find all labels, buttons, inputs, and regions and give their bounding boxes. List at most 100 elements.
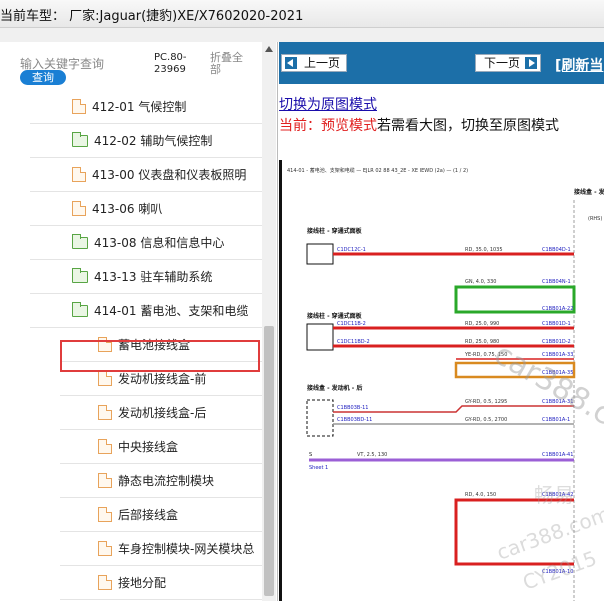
tree-item-label: 413-06 喇叭 xyxy=(92,202,163,216)
tree-item[interactable]: 发动机接线盒-后 xyxy=(60,396,262,430)
connector-label: C1DC12C-1 xyxy=(337,247,366,253)
folder-icon xyxy=(72,267,88,283)
tree-item-label: 412-01 气候控制 xyxy=(92,100,187,114)
folder-open-icon xyxy=(72,301,88,317)
viewer-toolbar: 上一页 下一页 [刷新当 xyxy=(279,42,604,84)
tree-item-label: 发动机接线盒-前 xyxy=(118,372,207,386)
document-icon xyxy=(98,439,112,454)
connector-label: C1BB04N-1 xyxy=(542,279,571,285)
sheet-label: Sheet 1 xyxy=(309,465,328,471)
connector-label: C1BB01A-33 xyxy=(542,352,573,358)
refresh-link[interactable]: [刷新当 xyxy=(555,55,603,75)
document-icon xyxy=(98,473,112,488)
tree-item[interactable]: 413-06 喇叭 xyxy=(30,192,262,226)
tree-item[interactable]: 413-08 信息和信息中心 xyxy=(30,226,262,260)
connector-label: C1BB04D-1 xyxy=(542,247,571,253)
tree-item-label: 中央接线盒 xyxy=(118,440,179,454)
selection-highlight xyxy=(60,340,260,372)
viewer: 上一页 下一页 [刷新当 切换为原图模式 当前：预览模式若需看大图，切换至原图模… xyxy=(279,42,604,601)
document-icon xyxy=(98,405,112,420)
tree-item-label: 后部接线盒 xyxy=(118,508,179,522)
next-page-label: 下一页 xyxy=(484,56,521,70)
sidebar: 输入关键字查询 查询 PC.80-23969 折叠全部 412-01 气候控制 … xyxy=(0,42,278,601)
wiring-diagram[interactable]: 414-01 - 蓄电池、支架和电缆 — EJLR 02 88 43_2E - … xyxy=(279,160,604,601)
tree-item[interactable]: 中央接线盒 xyxy=(60,430,262,464)
tree-item-selected[interactable]: 414-01 蓄电池、支架和电缆 xyxy=(30,294,262,328)
diagram-header: 414-01 - 蓄电池、支架和电缆 — EJLR 02 88 43_2E - … xyxy=(287,167,468,174)
document-icon xyxy=(72,167,86,182)
s-marker: S xyxy=(309,452,312,458)
pass-panel-2-label: 接线柱 - 穿通式面板 xyxy=(306,312,363,320)
next-page-button[interactable]: 下一页 xyxy=(475,54,541,72)
wire-label: VT, 2.5, 130 xyxy=(357,452,387,458)
query-button[interactable]: 查询 xyxy=(20,70,66,85)
tree-item-label: 413-13 驻车辅助系统 xyxy=(94,270,213,284)
sidebar-scrollbar[interactable] xyxy=(262,42,276,601)
collapse-all-button[interactable]: 折叠全部 xyxy=(210,52,246,76)
tree-item[interactable]: 413-00 仪表盘和仪表板照明 xyxy=(30,158,262,192)
wire-label: RD, 25.0, 980 xyxy=(465,339,499,345)
current-mode-prefix: 当前：预览模式 xyxy=(279,118,377,134)
tree-item[interactable]: 412-02 辅助气候控制 xyxy=(30,124,262,158)
tree-item[interactable]: 412-01 气候控制 xyxy=(30,90,262,124)
pc-label: PC.80-23969 xyxy=(154,52,187,75)
wire-label: RD, 4.0, 150 xyxy=(465,492,496,498)
tree-item-label: 车身控制模块-网关模块总 xyxy=(118,542,255,556)
prev-page-button[interactable]: 上一页 xyxy=(281,54,347,72)
tree-item-label: 接地分配 xyxy=(118,576,167,590)
tree-item-label: 413-08 信息和信息中心 xyxy=(94,236,225,250)
arrow-right-icon xyxy=(525,57,537,69)
search-bar: 输入关键字查询 查询 PC.80-23969 折叠全部 xyxy=(0,42,262,90)
folder-icon xyxy=(72,131,88,147)
tree-item-label: 414-01 蓄电池、支架和电缆 xyxy=(94,304,249,318)
prev-page-label: 上一页 xyxy=(304,56,341,70)
connector-label: C1BB01A-1 xyxy=(542,417,570,423)
wire-label: GY-RD, 0.5, 2700 xyxy=(465,417,507,423)
wire-gy-rd-1 xyxy=(333,405,574,413)
tree-item[interactable]: 413-13 驻车辅助系统 xyxy=(30,260,262,294)
arrow-left-icon xyxy=(285,57,297,69)
tree-item-label: 413-00 仪表盘和仪表板照明 xyxy=(92,168,247,182)
document-icon xyxy=(98,575,112,590)
wire-label: GN, 4.0, 330 xyxy=(465,279,496,285)
connector-label: C1BB01A-41 xyxy=(542,452,573,458)
tree-item-label: 412-02 辅助气候控制 xyxy=(94,134,213,148)
wiring-diagram-svg: 414-01 - 蓄电池、支架和电缆 — EJLR 02 88 43_2E - … xyxy=(287,167,604,601)
document-icon xyxy=(98,371,112,386)
window-title-bar: 当前车型： 厂家:Jaguar(捷豹)XE/X7602020-2021 xyxy=(0,0,604,28)
document-icon xyxy=(98,541,112,556)
wire-label: RD, 35.0, 1035 xyxy=(465,247,503,253)
connector-label: C1DC11BD-2 xyxy=(337,339,370,345)
pass-panel-1-box xyxy=(306,243,334,265)
document-icon xyxy=(98,507,112,522)
tree-item[interactable]: 接地分配 xyxy=(60,566,262,600)
current-mode-text: 当前：预览模式若需看大图，切换至原图模式 xyxy=(279,115,559,135)
connector-label: C1BB01D-1 xyxy=(542,321,571,327)
wire-label: RD, 25.0, 990 xyxy=(465,321,499,327)
connector-label: C1DC11B-2 xyxy=(337,321,366,327)
tree-item-label: 发动机接线盒-后 xyxy=(118,406,207,420)
window-title: 当前车型： 厂家:Jaguar(捷豹)XE/X7602020-2021 xyxy=(0,9,304,24)
scrollbar-thumb[interactable] xyxy=(264,326,274,596)
scroll-up-icon[interactable] xyxy=(265,46,273,52)
tree-item[interactable]: 后部接线盒 xyxy=(60,498,262,532)
watermark: 畅易 xyxy=(534,483,574,507)
connector-label: C1BB03BD-11 xyxy=(337,417,372,423)
document-icon xyxy=(72,99,86,114)
junction-front-label: 接线盒 - 发动机 - 前 xyxy=(573,188,604,196)
tree-view: 412-01 气候控制 412-02 辅助气候控制 413-00 仪表盘和仪表板… xyxy=(0,90,262,601)
folder-icon xyxy=(72,233,88,249)
current-mode-suffix: 若需看大图，切换至原图模式 xyxy=(377,118,559,134)
tree-item[interactable]: 静态电流控制模块 xyxy=(60,464,262,498)
tree-item-label: 静态电流控制模块 xyxy=(118,474,215,488)
connector-label: C1BB01D-2 xyxy=(542,339,571,345)
wire-label: GY-RD, 0.5, 1295 xyxy=(465,399,507,405)
rhs-label: (RHS) xyxy=(588,216,602,222)
tree-item[interactable]: 车身控制模块-网关模块总 xyxy=(60,532,262,566)
connector-label: C1BB03B-11 xyxy=(337,405,369,411)
document-icon xyxy=(72,201,86,216)
toolbar-gap xyxy=(0,28,604,42)
switch-original-mode-link[interactable]: 切换为原图模式 xyxy=(279,94,377,114)
pass-panel-1-label: 接线柱 - 穿通式面板 xyxy=(306,227,363,235)
connector-label: C1BB01A-22 xyxy=(542,306,573,312)
